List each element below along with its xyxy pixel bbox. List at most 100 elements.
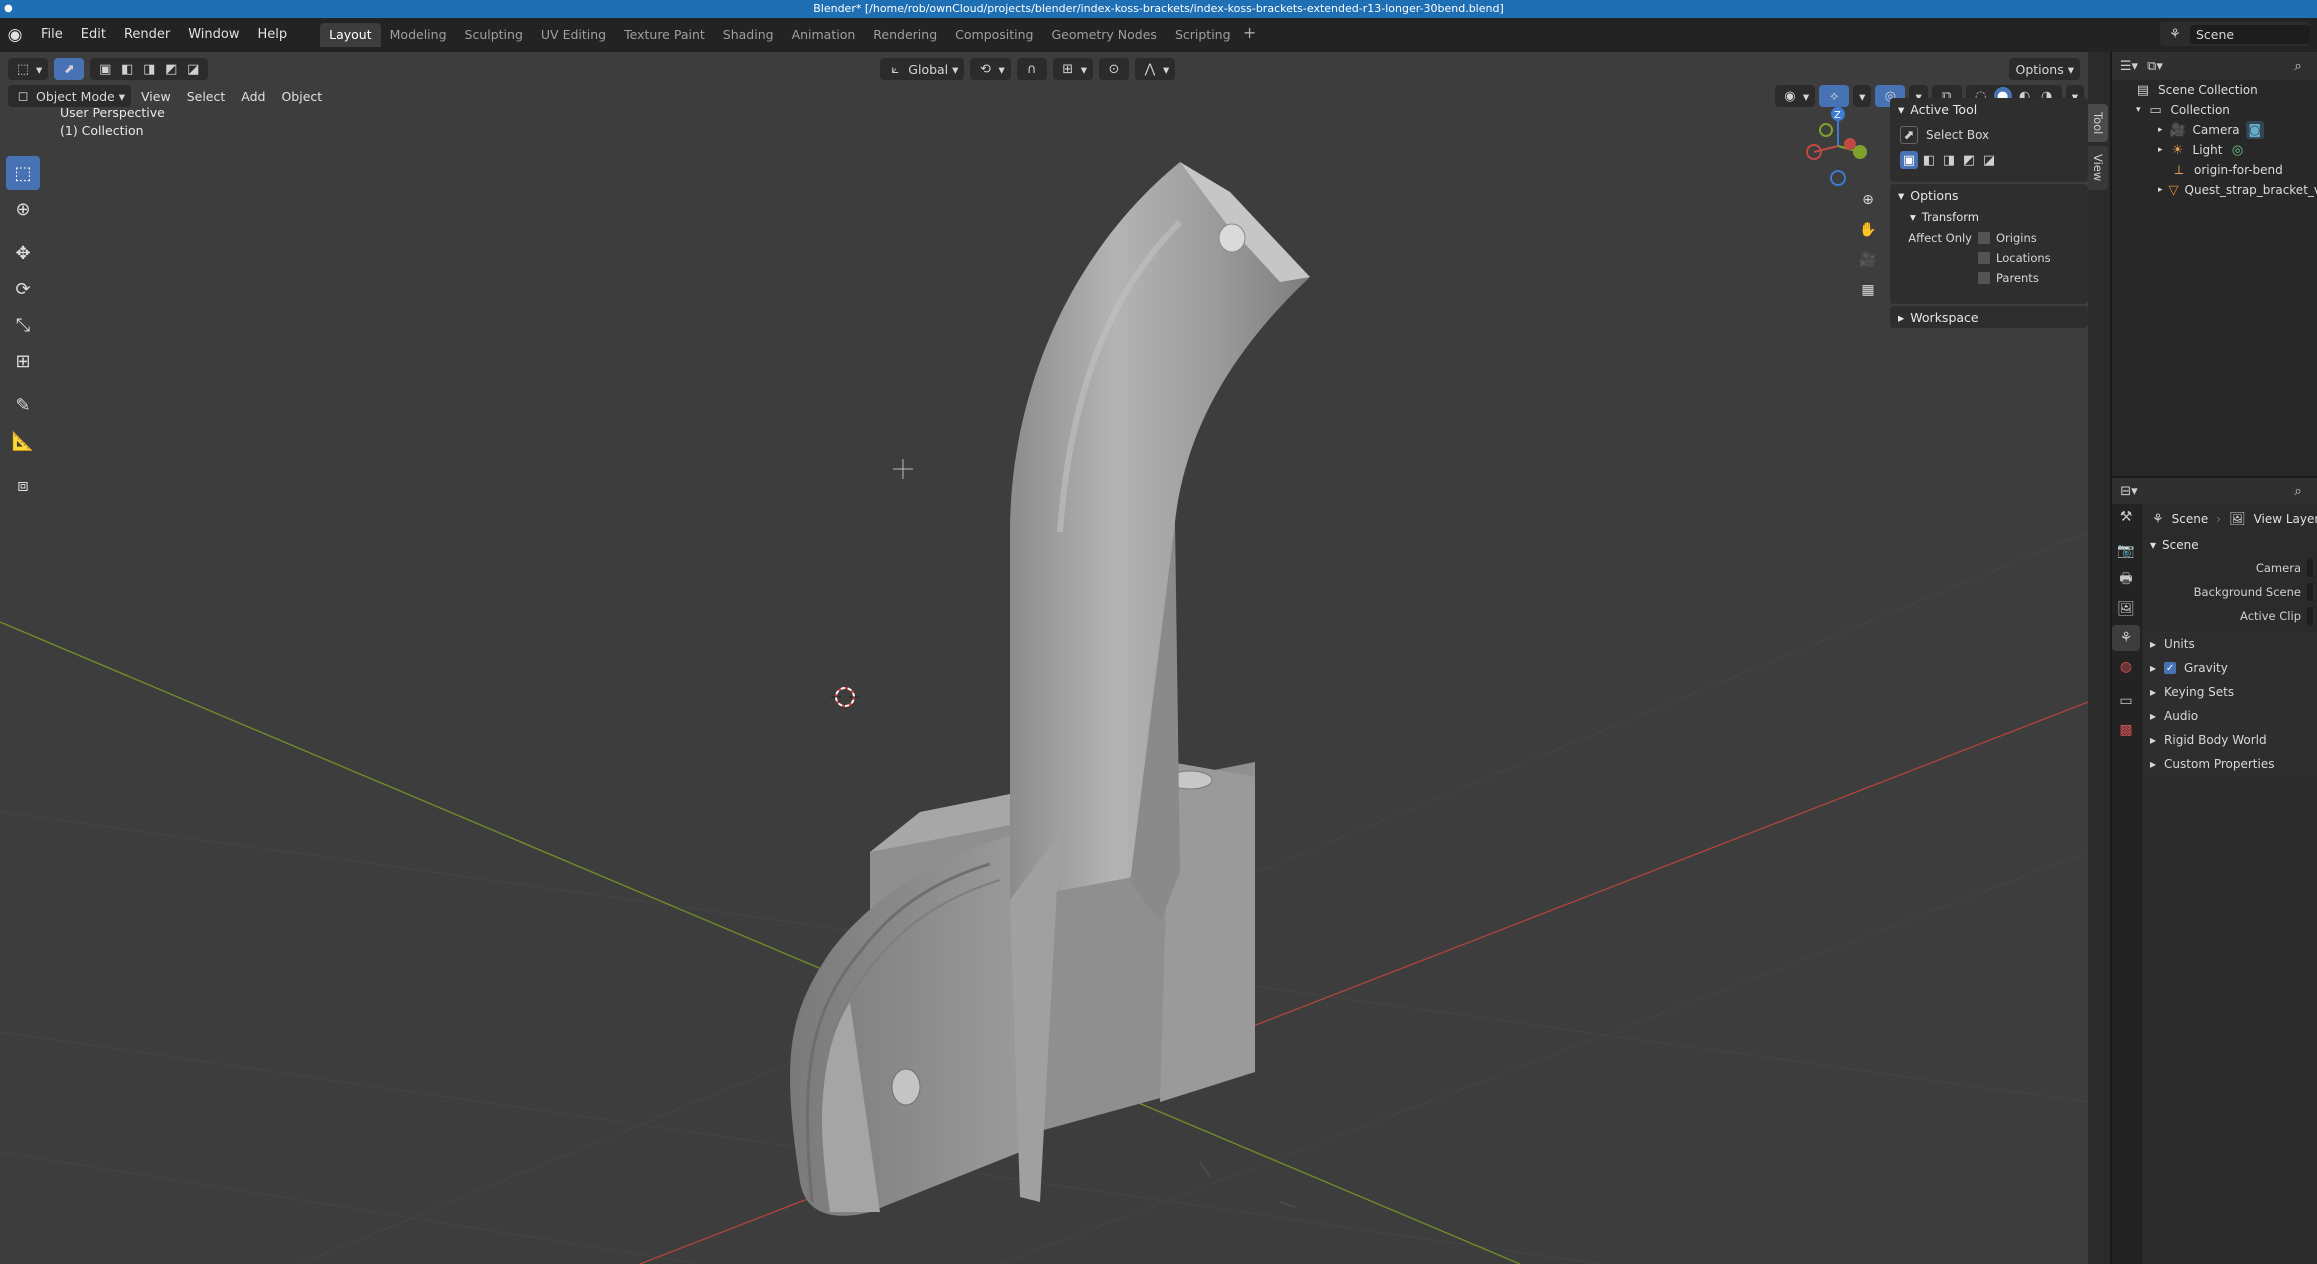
camera-data-icon[interactable]: ◙ <box>2245 121 2264 139</box>
sidebar-tab-tool[interactable]: Tool <box>2088 104 2108 143</box>
tab-animation[interactable]: Animation <box>783 23 865 47</box>
view-layer-tab-icon[interactable]: 🖼 <box>2112 596 2140 622</box>
sidebar-tab-view[interactable]: View <box>2088 146 2108 190</box>
select-box-tool-button[interactable]: ⬈ <box>54 58 85 80</box>
viewport-menu-add[interactable]: Add <box>235 85 271 107</box>
move-icon[interactable]: ✥ <box>6 236 40 270</box>
mode-difference-icon[interactable]: ◩ <box>1960 151 1978 169</box>
tab-layout[interactable]: Layout <box>320 23 381 47</box>
viewport-3d[interactable]: ⬚ ▾ ⬈ ▣ ◧ ◨ ◩ ◪ ⟀ Global ▾ ⟲ ▾ ∩ ⊞ ▾ ⊙ ⋀ ▾ O… <box>0 52 2088 1264</box>
custom-properties-subpanel[interactable]: ▸ Custom Properties <box>2144 752 2317 776</box>
transform-orientation-dropdown[interactable]: ⟀ Global ▾ <box>880 58 965 80</box>
output-tab-icon[interactable]: 🖶 <box>2112 567 2140 593</box>
outliner-row-origin-for-bend[interactable]: ⟂ origin-for-bend <box>2112 160 2317 180</box>
options-dropdown[interactable]: Options ▾ <box>2009 58 2080 80</box>
scene-selector[interactable]: ⚘ Scene <box>2160 22 2310 46</box>
tab-texture-paint[interactable]: Texture Paint <box>615 23 714 47</box>
background-scene-box[interactable] <box>2307 583 2313 601</box>
properties-search-icon[interactable]: ⌕ <box>2289 482 2307 500</box>
select-extend-icon[interactable]: ◧ <box>118 60 136 78</box>
workspace-header[interactable]: ▸ Workspace <box>1890 306 2088 328</box>
locations-checkbox[interactable] <box>1978 252 1990 264</box>
mode-intersect-icon[interactable]: ◪ <box>1980 151 1998 169</box>
zoom-icon[interactable]: ⊕ <box>1856 188 1880 212</box>
tab-rendering[interactable]: Rendering <box>864 23 946 47</box>
active-tool-header[interactable]: ▾ Active Tool <box>1890 98 2088 120</box>
collection-expand-icon[interactable]: ▾ <box>2136 105 2141 115</box>
audio-subpanel[interactable]: ▸ Audio <box>2144 704 2317 728</box>
pivot-point-dropdown[interactable]: ⟲ ▾ <box>970 58 1011 80</box>
camera-expand-icon[interactable]: ▸ <box>2158 125 2163 135</box>
rotate-icon[interactable]: ⟳ <box>6 272 40 306</box>
outliner-row-bracket[interactable]: ▸ ▽ Quest_strap_bracket_v3 <box>2112 180 2317 200</box>
blender-logo-icon[interactable]: ◉ <box>4 24 26 46</box>
collection-tab-icon[interactable]: ▭ <box>2112 688 2140 714</box>
proportional-edit-toggle[interactable]: ⊙ <box>1099 58 1129 80</box>
gravity-checkbox[interactable]: ✓ <box>2164 662 2177 674</box>
tool-tab-icon[interactable]: ⚒ <box>2112 504 2140 530</box>
camera-view-icon[interactable]: 🎥 <box>1856 248 1880 272</box>
tab-uv-editing[interactable]: UV Editing <box>532 23 615 47</box>
transform-icon[interactable]: ⊞ <box>6 344 40 378</box>
breadcrumb-view-layer[interactable]: View Layer <box>2254 512 2317 526</box>
world-tab-icon[interactable]: ◍ <box>2112 654 2140 680</box>
add-workspace-button[interactable]: + <box>1240 23 1260 47</box>
tab-geometry-nodes[interactable]: Geometry Nodes <box>1043 23 1166 47</box>
select-subtract-icon[interactable]: ◨ <box>140 60 158 78</box>
origins-checkbox[interactable] <box>1978 232 1990 244</box>
background-scene-field[interactable]: Background Scene <box>2144 580 2317 604</box>
outliner-row-scene-collection[interactable]: ▤ Scene Collection <box>2112 80 2317 100</box>
select-intersect-icon[interactable]: ◪ <box>184 60 202 78</box>
active-clip-box[interactable] <box>2307 607 2313 625</box>
selection-mode-buttons[interactable]: ▣ ◧ ◨ ◩ ◪ <box>90 58 209 80</box>
tab-compositing[interactable]: Compositing <box>946 23 1042 47</box>
ortho-grid-icon[interactable]: ▦ <box>1856 278 1880 302</box>
menu-file[interactable]: File <box>32 22 72 48</box>
tab-shading[interactable]: Shading <box>714 23 783 47</box>
editor-type-button[interactable]: ⬚ ▾ <box>8 58 49 80</box>
options-header[interactable]: ▾ Options <box>1890 184 2088 206</box>
outliner-row-collection[interactable]: ▾ ▭ Collection <box>2112 100 2317 120</box>
mode-set-icon[interactable]: ▣ <box>1900 151 1918 169</box>
units-subpanel[interactable]: ▸ Units <box>2144 632 2317 656</box>
menu-window[interactable]: Window <box>179 22 248 48</box>
menu-help[interactable]: Help <box>249 22 297 48</box>
snap-target-dropdown[interactable]: ⊞ ▾ <box>1052 58 1093 80</box>
transform-subheader[interactable]: ▾ Transform <box>1890 206 2088 228</box>
camera-field-box[interactable] <box>2307 559 2313 577</box>
camera-field[interactable]: Camera <box>2144 556 2317 580</box>
scene-section-header[interactable]: ▾ Scene <box>2144 534 2317 556</box>
navigation-gizmo[interactable]: Z <box>1798 104 1878 194</box>
scene-tab-icon[interactable]: ⚘ <box>2112 625 2140 651</box>
outliner-editor-icon[interactable]: ☰▾ <box>2120 57 2138 75</box>
tab-scripting[interactable]: Scripting <box>1166 23 1240 47</box>
parents-checkbox[interactable] <box>1978 272 1990 284</box>
menu-edit[interactable]: Edit <box>72 22 115 48</box>
add-cube-icon[interactable]: ⧈ <box>6 468 40 502</box>
outliner-row-light[interactable]: ▸ ☀ Light ◎ <box>2112 140 2317 160</box>
breadcrumb-scene[interactable]: Scene <box>2172 512 2209 526</box>
select-invert-icon[interactable]: ◩ <box>162 60 180 78</box>
tab-modeling[interactable]: Modeling <box>381 23 456 47</box>
tab-sculpting[interactable]: Sculpting <box>456 23 532 47</box>
menu-render[interactable]: Render <box>115 22 179 48</box>
snap-toggle[interactable]: ∩ <box>1016 58 1047 80</box>
viewport-menu-select[interactable]: Select <box>181 85 232 107</box>
annotate-icon[interactable]: ✎ <box>6 388 40 422</box>
gravity-subpanel[interactable]: ▸ ✓ Gravity <box>2144 656 2317 680</box>
cursor-icon[interactable]: ⊕ <box>6 192 40 226</box>
outliner-row-camera[interactable]: ▸ 🎥 Camera ◙ <box>2112 120 2317 140</box>
viewport-menu-object[interactable]: Object <box>275 85 328 107</box>
filter-search-icon[interactable]: ⌕ <box>2289 57 2307 75</box>
falloff-dropdown[interactable]: ⋀ ▾ <box>1135 58 1176 80</box>
keying-sets-subpanel[interactable]: ▸ Keying Sets <box>2144 680 2317 704</box>
select-box-icon[interactable]: ⬚ <box>6 156 40 190</box>
select-new-icon[interactable]: ▣ <box>96 60 114 78</box>
rigid-body-world-subpanel[interactable]: ▸ Rigid Body World <box>2144 728 2317 752</box>
mode-subtract-icon[interactable]: ◨ <box>1940 151 1958 169</box>
mode-extend-icon[interactable]: ◧ <box>1920 151 1938 169</box>
window-menu-icon[interactable]: ● <box>4 0 13 18</box>
bracket-expand-icon[interactable]: ▸ <box>2158 185 2163 195</box>
active-clip-field[interactable]: Active Clip <box>2144 604 2317 628</box>
pan-hand-icon[interactable]: ✋ <box>1856 218 1880 242</box>
